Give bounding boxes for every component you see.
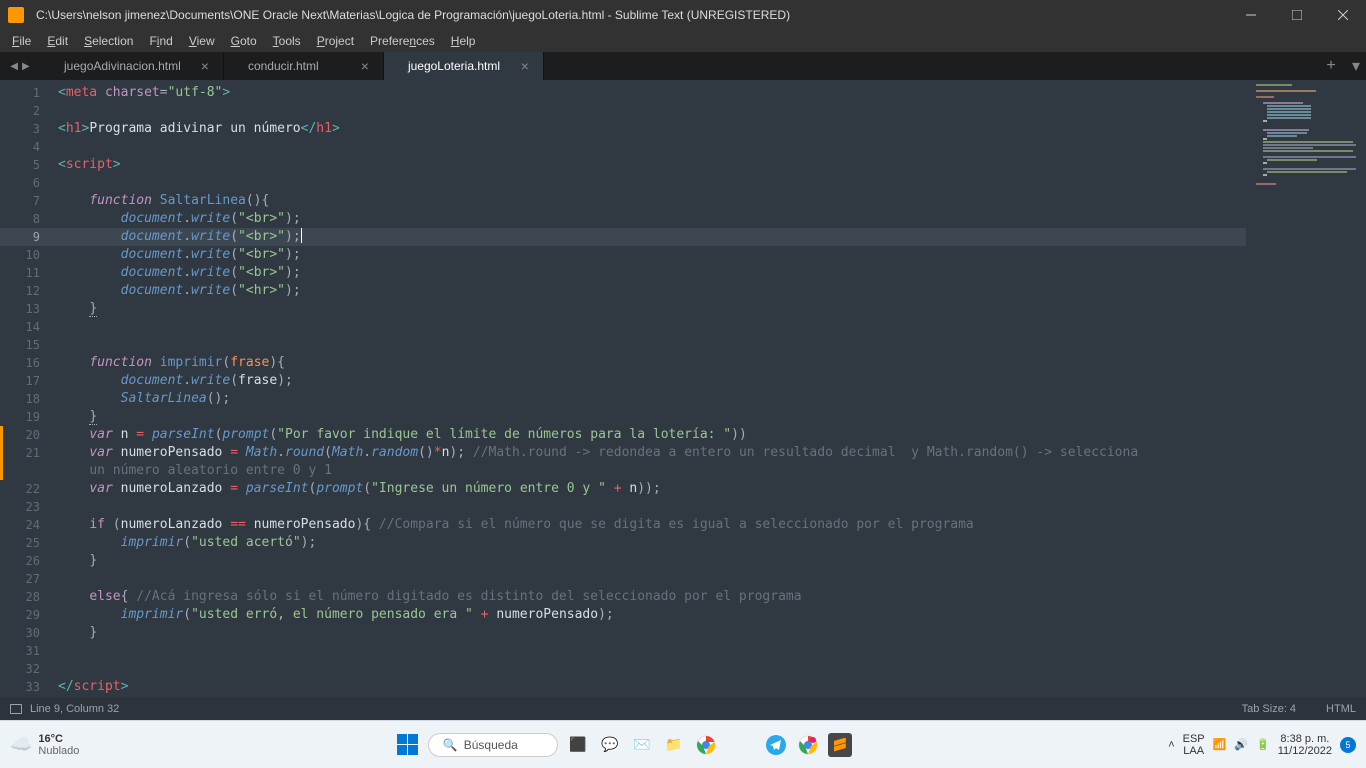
menu-edit[interactable]: Edit [39,32,76,50]
tabbar: ◀ ▶ juegoAdivinacion.html × conducir.htm… [0,52,1366,80]
tab-juegoadivinacion[interactable]: juegoAdivinacion.html × [40,52,224,80]
panel-switcher-icon[interactable] [10,704,22,714]
tab-nav: ◀ ▶ [0,52,40,80]
window-titlebar: C:\Users\nelson jimenez\Documents\ONE Or… [0,0,1366,30]
tab-label: juegoLoteria.html [408,59,500,73]
taskbar-explorer-icon[interactable]: 📁 [662,733,686,757]
start-button[interactable] [396,733,420,757]
taskbar-taskview-icon[interactable]: ⬛ [566,733,590,757]
search-placeholder: Búsqueda [464,738,518,752]
taskbar-chrome2-icon[interactable] [796,733,820,757]
status-language[interactable]: HTML [1326,703,1356,715]
status-cursor-position: Line 9, Column 32 [30,703,119,715]
volume-icon[interactable]: 🔊 [1234,738,1248,751]
app-icon [8,7,24,23]
status-tabsize[interactable]: Tab Size: 4 [1242,703,1296,715]
editor-area: 1 2 3 4 5 6 7 8 9 10 11 12 13 14 15 16 1… [0,80,1366,698]
taskbar-weather[interactable]: ☁️ 16°C Nublado [10,733,79,757]
tab-history-back-icon[interactable]: ◀ [10,61,18,72]
tab-new-button[interactable]: + [1316,52,1346,80]
taskbar-sublime-icon[interactable] [828,733,852,757]
tab-history-forward-icon[interactable]: ▶ [22,61,30,72]
tab-menu-button[interactable]: ▾ [1346,52,1366,80]
menubar: File Edit Selection Find View Goto Tools… [0,30,1366,52]
menu-preferences[interactable]: Preferences [362,32,443,50]
notification-icon[interactable]: 5 [1340,737,1356,753]
maximize-button[interactable] [1274,0,1320,30]
battery-icon[interactable]: 🔋 [1256,738,1270,751]
gutter[interactable]: 1 2 3 4 5 6 7 8 9 10 11 12 13 14 15 16 1… [0,80,54,698]
window-title: C:\Users\nelson jimenez\Documents\ONE Or… [32,8,1228,22]
menu-selection[interactable]: Selection [76,32,141,50]
menu-help[interactable]: Help [443,32,484,50]
weather-desc: Nublado [38,745,79,757]
tab-juegoloteria[interactable]: juegoLoteria.html × [384,52,544,80]
menu-view[interactable]: View [181,32,223,50]
tab-label: juegoAdivinacion.html [64,59,181,73]
close-button[interactable] [1320,0,1366,30]
minimap[interactable] [1246,80,1366,698]
code-editor[interactable]: <meta charset="utf-8"> <h1>Programa adiv… [54,80,1246,698]
menu-find[interactable]: Find [141,32,180,50]
tab-label: conducir.html [248,59,319,73]
taskbar-clock[interactable]: 8:38 p. m. 11/12/2022 [1278,733,1332,757]
minimize-button[interactable] [1228,0,1274,30]
windows-taskbar: ☁️ 16°C Nublado 🔍 Búsqueda ⬛ 💬 ✉️ 📁 [0,720,1366,768]
taskbar-language[interactable]: ESP LAA [1183,733,1205,757]
menu-tools[interactable]: Tools [265,32,309,50]
search-icon: 🔍 [443,738,458,752]
text-cursor [301,228,302,243]
taskbar-chevron-up-icon[interactable]: ˄ [1168,739,1174,751]
menu-goto[interactable]: Goto [223,32,265,50]
taskbar-search[interactable]: 🔍 Búsqueda [428,733,558,757]
taskbar-chrome-icon[interactable] [694,733,718,757]
tab-close-icon[interactable]: × [501,58,529,74]
tab-close-icon[interactable]: × [341,58,369,74]
taskbar-telegram-icon[interactable] [764,733,788,757]
weather-icon: ☁️ [10,734,32,755]
taskbar-mail-icon[interactable]: ✉️ [630,733,654,757]
menu-file[interactable]: File [4,32,39,50]
statusbar: Line 9, Column 32 Tab Size: 4 HTML [0,698,1366,720]
menu-project[interactable]: Project [309,32,362,50]
tab-close-icon[interactable]: × [181,58,209,74]
wifi-icon[interactable]: 📶 [1213,738,1227,751]
taskbar-chat-icon[interactable]: 💬 [598,733,622,757]
weather-temp: 16°C [38,733,79,745]
tab-conducir[interactable]: conducir.html × [224,52,384,80]
